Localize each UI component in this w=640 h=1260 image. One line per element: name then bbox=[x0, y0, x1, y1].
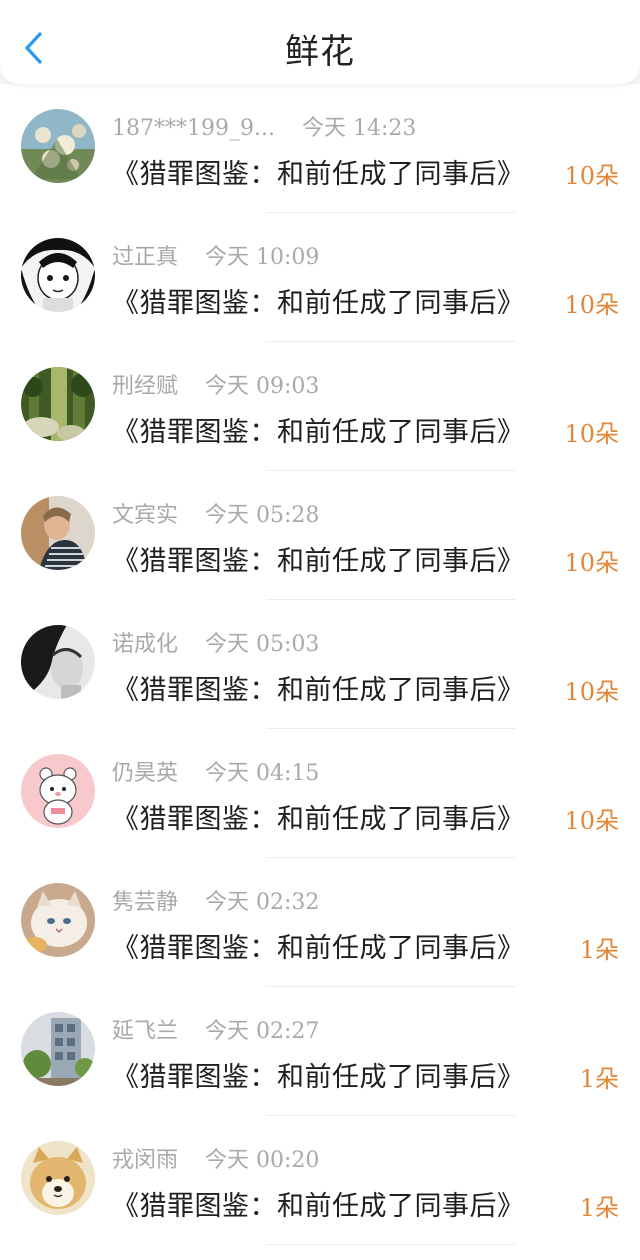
book-title: 《猎罪图鉴：和前任成了同事后》 bbox=[112, 804, 525, 835]
flower-count: 1朵 bbox=[579, 936, 619, 964]
divider bbox=[266, 1244, 516, 1245]
book-title: 《猎罪图鉴：和前任成了同事后》 bbox=[112, 1062, 525, 1093]
user-name: 刑经赋 bbox=[112, 374, 179, 399]
timestamp: 今天 09:03 bbox=[205, 374, 320, 399]
flower-count: 10朵 bbox=[564, 162, 619, 190]
flower-count: 1朵 bbox=[579, 1194, 619, 1222]
book-title: 《猎罪图鉴：和前任成了同事后》 bbox=[112, 675, 525, 706]
top-bar: 鲜花 bbox=[0, 0, 640, 84]
timestamp: 今天 05:28 bbox=[205, 503, 320, 528]
book-title: 《猎罪图鉴：和前任成了同事后》 bbox=[112, 933, 525, 964]
list-item[interactable]: 戎闵雨 今天 00:20 《猎罪图鉴：和前任成了同事后》 1朵 bbox=[0, 1116, 640, 1245]
flower-count: 10朵 bbox=[564, 420, 619, 448]
timestamp: 今天 02:27 bbox=[205, 1019, 320, 1044]
building-photo-avatar[interactable] bbox=[21, 1012, 95, 1086]
list-item[interactable]: 延飞兰 今天 02:27 《猎罪图鉴：和前任成了同事后》 1朵 bbox=[0, 987, 640, 1116]
timestamp: 今天 00:20 bbox=[205, 1148, 320, 1173]
forest-photo-avatar[interactable] bbox=[21, 367, 95, 441]
user-name: 隽芸静 bbox=[112, 890, 179, 915]
user-name: 仍昊英 bbox=[112, 761, 179, 786]
cartoon-bear-avatar[interactable] bbox=[21, 754, 95, 828]
flower-count: 1朵 bbox=[579, 1065, 619, 1093]
user-name: 延飞兰 bbox=[112, 1019, 179, 1044]
user-name: 过正真 bbox=[112, 245, 179, 270]
page-title: 鲜花 bbox=[285, 32, 355, 72]
flower-count: 10朵 bbox=[564, 807, 619, 835]
dog-photo-avatar[interactable] bbox=[21, 1141, 95, 1215]
list-item[interactable]: 过正真 今天 10:09 《猎罪图鉴：和前任成了同事后》 10朵 bbox=[0, 213, 640, 342]
cat-photo-avatar[interactable] bbox=[21, 883, 95, 957]
user-name: 文宾实 bbox=[112, 503, 179, 528]
user-name: 187***199_9... bbox=[112, 116, 275, 141]
book-title: 《猎罪图鉴：和前任成了同事后》 bbox=[112, 159, 525, 190]
list-item[interactable]: 刑经赋 今天 09:03 《猎罪图鉴：和前任成了同事后》 10朵 bbox=[0, 342, 640, 471]
book-title: 《猎罪图鉴：和前任成了同事后》 bbox=[112, 417, 525, 448]
timestamp: 今天 04:15 bbox=[205, 761, 320, 786]
man-photo-avatar[interactable] bbox=[21, 496, 95, 570]
list-item[interactable]: 文宾实 今天 05:28 《猎罪图鉴：和前任成了同事后》 10朵 bbox=[0, 471, 640, 600]
gift-list: 187***199_9... 今天 14:23 《猎罪图鉴：和前任成了同事后》 … bbox=[0, 84, 640, 1260]
flower-count: 10朵 bbox=[564, 549, 619, 577]
flower-count: 10朵 bbox=[564, 678, 619, 706]
book-title: 《猎罪图鉴：和前任成了同事后》 bbox=[112, 546, 525, 577]
list-item[interactable]: 隽芸静 今天 02:32 《猎罪图鉴：和前任成了同事后》 1朵 bbox=[0, 858, 640, 987]
timestamp: 今天 05:03 bbox=[205, 632, 320, 657]
anime-girl-avatar[interactable] bbox=[21, 238, 95, 312]
list-item[interactable]: 诺成化 今天 05:03 《猎罪图鉴：和前任成了同事后》 10朵 bbox=[0, 600, 640, 729]
user-name: 戎闵雨 bbox=[112, 1148, 179, 1173]
book-title: 《猎罪图鉴：和前任成了同事后》 bbox=[112, 288, 525, 319]
book-title: 《猎罪图鉴：和前任成了同事后》 bbox=[112, 1191, 525, 1222]
bw-portrait-avatar[interactable] bbox=[21, 625, 95, 699]
timestamp: 今天 14:23 bbox=[301, 116, 417, 141]
flower-count: 10朵 bbox=[564, 291, 619, 319]
list-item[interactable]: 仍昊英 今天 04:15 《猎罪图鉴：和前任成了同事后》 10朵 bbox=[0, 729, 640, 858]
user-name: 诺成化 bbox=[112, 632, 179, 657]
list-item[interactable]: 187***199_9... 今天 14:23 《猎罪图鉴：和前任成了同事后》 … bbox=[0, 84, 640, 213]
timestamp: 今天 10:09 bbox=[205, 245, 320, 270]
timestamp: 今天 02:32 bbox=[205, 890, 320, 915]
flowers-photo-avatar[interactable] bbox=[21, 109, 95, 183]
